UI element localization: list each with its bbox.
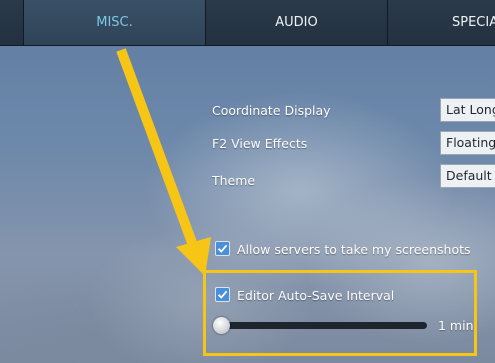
arrow-icon xyxy=(116,48,211,276)
